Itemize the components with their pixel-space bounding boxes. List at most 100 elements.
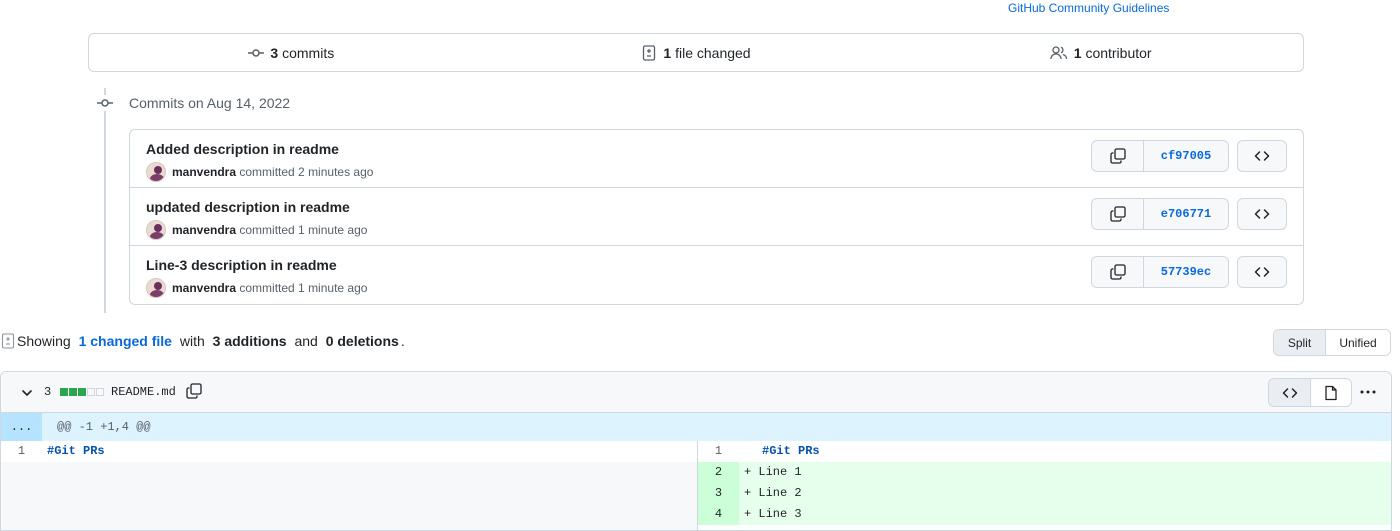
kebab-menu-icon[interactable] (1359, 384, 1377, 400)
commit-meta: manvendra committed 2 minutes ago (146, 162, 373, 182)
line-number[interactable]: 2 (698, 462, 739, 483)
split-diff-body: 1 #Git PRs 1 #Git PRs 2 + Line 1 3 + Lin… (1, 441, 1391, 530)
diff-line-addition: 4 + Line 3 (698, 504, 1391, 525)
code-icon (1254, 151, 1270, 161)
commit-time: committed 1 minute ago (239, 281, 368, 295)
author-avatar[interactable] (146, 278, 166, 298)
file-change-count: 3 (44, 385, 52, 399)
line-number[interactable]: 1 (1, 441, 42, 462)
code-icon (1254, 267, 1270, 277)
commit-title-link[interactable]: updated description in readme (146, 199, 350, 215)
unified-view-button[interactable]: Unified (1326, 330, 1390, 355)
pr-summary-bar: 3 commits 1 file changed 1 contributor (88, 33, 1304, 72)
author-avatar[interactable] (146, 162, 166, 182)
diff-left-side: 1 #Git PRs (1, 441, 697, 530)
commits-date-heading: Commits on Aug 14, 2022 (129, 95, 291, 111)
diffstat-block (78, 388, 86, 396)
rich-diff-button[interactable] (1311, 379, 1351, 406)
commits-count: 3 (270, 44, 279, 61)
commit-author[interactable]: manvendra (172, 223, 236, 237)
commit-row: updated description in readme manvendra … (130, 188, 1303, 246)
diffstat-block (60, 388, 68, 396)
file-view-toggle (1268, 378, 1352, 407)
line-code: + Line 3 (744, 507, 802, 521)
copy-icon[interactable] (186, 383, 202, 399)
file-header: 3 README.md (1, 372, 1391, 413)
diff-right-side: 1 #Git PRs 2 + Line 1 3 + Line 2 4 + Lin… (697, 441, 1391, 530)
commit-author[interactable]: manvendra (172, 281, 236, 295)
commit-sha-group: cf97005 (1091, 140, 1229, 172)
files-label: file changed (675, 44, 751, 61)
hunk-range: @@ -1 +1,4 @@ (57, 420, 151, 434)
commit-sha-link[interactable]: 57739ec (1144, 257, 1228, 287)
browse-repo-button[interactable] (1237, 198, 1287, 230)
author-avatar[interactable] (146, 220, 166, 240)
file-name-link[interactable]: README.md (111, 385, 176, 399)
commit-group-icon (96, 95, 114, 111)
chevron-down-icon[interactable] (20, 386, 34, 400)
copy-icon (1109, 264, 1126, 280)
copy-icon (1109, 148, 1126, 164)
line-number[interactable]: 1 (698, 441, 739, 462)
commit-author[interactable]: manvendra (172, 165, 236, 179)
commits-tab[interactable]: 3 commits (89, 45, 494, 61)
showing-with: with (179, 333, 205, 349)
commit-list: Added description in readme manvendra co… (129, 129, 1304, 305)
commit-title-link[interactable]: Added description in readme (146, 141, 339, 157)
file-diff: 3 README.md ... @@ -1 +1,4 @@ 1 #Git PRs… (0, 371, 1392, 531)
expand-hunk-button[interactable]: ... (1, 413, 42, 441)
file-diff-icon (643, 44, 656, 61)
files-count: 1 (663, 44, 672, 61)
commit-sha-link[interactable]: e706771 (1144, 199, 1228, 229)
community-guidelines-link[interactable]: GitHub Community Guidelines (1008, 1, 1169, 15)
showing-suffix: . (400, 333, 405, 349)
line-number[interactable]: 3 (698, 483, 739, 504)
commit-row: Added description in readme manvendra co… (130, 130, 1303, 188)
contributors-tab[interactable]: 1 contributor (898, 45, 1303, 61)
file-diff-icon (1, 333, 15, 349)
file-icon (1325, 385, 1337, 400)
files-changed-tab[interactable]: 1 file changed (494, 45, 899, 61)
copy-sha-button[interactable] (1092, 141, 1144, 171)
browse-repo-button[interactable] (1237, 140, 1287, 172)
deletions-count: 0 deletions (325, 333, 399, 349)
showing-prefix: Showing (17, 333, 71, 349)
commit-sha-link[interactable]: cf97005 (1144, 141, 1228, 171)
empty-diff-space (1, 462, 697, 530)
timeline-line (104, 88, 106, 313)
commit-title-link[interactable]: Line-3 description in readme (146, 257, 337, 273)
line-code: + Line 1 (744, 465, 802, 479)
commit-sha-group: e706771 (1091, 198, 1229, 230)
copy-icon (1109, 206, 1126, 222)
diff-line-addition: 2 + Line 1 (698, 462, 1391, 483)
commits-label: commits (282, 44, 335, 61)
diff-view-toggle: Split Unified (1273, 329, 1391, 356)
commit-meta: manvendra committed 1 minute ago (146, 278, 367, 298)
line-code: #Git PRs (47, 444, 105, 458)
diffstat-bar (60, 388, 104, 396)
changed-files-link[interactable]: 1 changed file (79, 333, 172, 349)
line-number[interactable]: 4 (698, 504, 739, 525)
commit-icon (248, 48, 265, 57)
people-icon (1050, 45, 1067, 59)
diffstat-block (96, 388, 104, 396)
diff-summary: Showing 1 changed file with 3 additions … (1, 333, 405, 349)
commit-row: Line-3 description in readme manvendra c… (130, 246, 1303, 304)
copy-sha-button[interactable] (1092, 257, 1144, 287)
contributors-count: 1 (1073, 44, 1082, 61)
line-code: #Git PRs (762, 444, 820, 458)
diffstat-block (69, 388, 77, 396)
commit-time: committed 1 minute ago (239, 223, 368, 237)
code-icon (1254, 209, 1270, 219)
split-view-button[interactable]: Split (1274, 330, 1326, 355)
line-code: + Line 2 (744, 486, 802, 500)
source-diff-button[interactable] (1269, 379, 1311, 406)
diff-line: 1 #Git PRs (698, 441, 1391, 462)
browse-repo-button[interactable] (1237, 256, 1287, 288)
diffstat-block (87, 388, 95, 396)
copy-sha-button[interactable] (1092, 199, 1144, 229)
commit-sha-group: 57739ec (1091, 256, 1229, 288)
hunk-header: ... @@ -1 +1,4 @@ (1, 413, 1391, 441)
diff-line-addition: 3 + Line 2 (698, 483, 1391, 504)
commit-time: committed 2 minutes ago (239, 165, 374, 179)
